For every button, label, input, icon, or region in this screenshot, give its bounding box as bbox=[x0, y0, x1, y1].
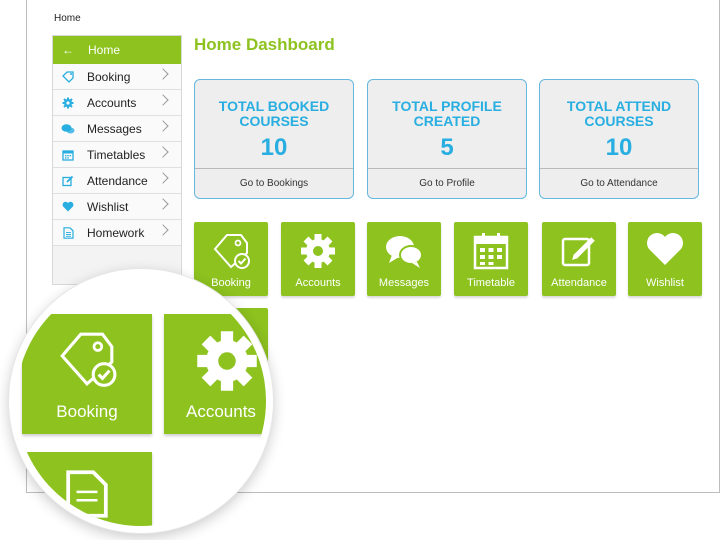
document-icon bbox=[66, 470, 108, 518]
sidebar-item-label: Accounts bbox=[87, 95, 137, 110]
sidebar-item-label: Booking bbox=[87, 69, 131, 84]
edit-icon bbox=[561, 237, 595, 267]
gear-icon bbox=[197, 331, 257, 391]
tile-label: Wishlist bbox=[646, 277, 684, 289]
sidebar-item-label: Timetables bbox=[87, 147, 146, 162]
document-icon bbox=[61, 226, 75, 240]
chevron-right-icon bbox=[157, 198, 169, 210]
sidebar-item-booking[interactable]: Booking bbox=[53, 64, 181, 90]
chat-bubbles-icon bbox=[61, 122, 75, 136]
stat-title: TOTAL ATTEND COURSES bbox=[566, 98, 672, 129]
chat-bubbles-icon bbox=[386, 236, 423, 268]
sidebar-item-label: Messages bbox=[87, 121, 142, 136]
breadcrumb[interactable]: Home bbox=[54, 13, 81, 24]
stat-card-profile: TOTAL PROFILE CREATED 5 Go to Profile bbox=[367, 79, 527, 199]
gear-icon bbox=[301, 234, 335, 268]
calendar-icon bbox=[473, 233, 509, 270]
sidebar-item-label: Attendance bbox=[87, 173, 148, 188]
sidebar-item-timetables[interactable]: Timetables bbox=[53, 142, 181, 168]
chevron-right-icon bbox=[157, 146, 169, 158]
tile-label: Messages bbox=[378, 277, 430, 289]
sidebar-item-accounts[interactable]: Accounts bbox=[53, 90, 181, 116]
zoom-tile-label: Booking bbox=[56, 402, 118, 421]
stat-title: TOTAL PROFILE CREATED bbox=[392, 98, 502, 129]
stat-card-attend: TOTAL ATTEND COURSES 10 Go to Attendance bbox=[539, 79, 699, 199]
sidebar: ← Home Booking Accounts Messages Timetab… bbox=[52, 35, 182, 285]
go-to-attendance-link[interactable]: Go to Attendance bbox=[540, 168, 698, 198]
sidebar-item-homework[interactable]: Homework bbox=[53, 220, 181, 246]
tile-wishlist[interactable]: Wishlist bbox=[628, 222, 702, 296]
tile-label: Attendance bbox=[551, 277, 607, 289]
sidebar-item-label: Homework bbox=[87, 225, 145, 240]
chevron-right-icon bbox=[157, 224, 169, 236]
sidebar-item-attendance[interactable]: Attendance bbox=[53, 168, 181, 194]
chevron-right-icon bbox=[157, 172, 169, 184]
go-to-profile-link[interactable]: Go to Profile bbox=[368, 168, 526, 198]
stat-value: 10 bbox=[260, 134, 288, 161]
sidebar-item-label: Home bbox=[88, 43, 121, 57]
page-title: Home Dashboard bbox=[194, 35, 335, 54]
zoom-tile-label: Accounts bbox=[186, 402, 256, 421]
chevron-right-icon bbox=[157, 68, 169, 80]
sidebar-item-home[interactable]: ← Home bbox=[53, 36, 181, 64]
heart-icon bbox=[647, 233, 683, 265]
sidebar-item-wishlist[interactable]: Wishlist bbox=[53, 194, 181, 220]
sidebar-item-label: Wishlist bbox=[87, 199, 129, 214]
tile-accounts[interactable]: Accounts bbox=[281, 222, 355, 296]
zoom-tile-booking: Booking bbox=[22, 314, 152, 434]
stat-value: 10 bbox=[605, 134, 633, 161]
go-to-bookings-link[interactable]: Go to Bookings bbox=[195, 168, 353, 198]
calendar-icon bbox=[61, 148, 75, 162]
chevron-right-icon bbox=[157, 120, 169, 132]
stat-card-booked: TOTAL BOOKED COURSES 10 Go to Bookings bbox=[194, 79, 354, 199]
tile-label: Accounts bbox=[295, 277, 341, 289]
tag-check-icon bbox=[61, 70, 75, 84]
zoom-tile-homework bbox=[22, 452, 152, 526]
heart-icon bbox=[61, 200, 75, 214]
zoom-tile-accounts: Accounts bbox=[164, 314, 266, 434]
back-arrow-icon: ← bbox=[62, 43, 74, 57]
tile-messages[interactable]: Messages bbox=[367, 222, 441, 296]
edit-icon bbox=[61, 174, 75, 188]
tile-label: Timetable bbox=[467, 277, 515, 289]
chevron-right-icon bbox=[157, 94, 169, 106]
tile-timetable[interactable]: Timetable bbox=[454, 222, 528, 296]
tag-check-icon bbox=[60, 332, 117, 387]
gear-icon bbox=[61, 96, 75, 110]
stat-value: 5 bbox=[440, 134, 454, 161]
stat-title: TOTAL BOOKED COURSES bbox=[218, 98, 330, 129]
zoom-magnifier: Booking Accounts bbox=[9, 269, 273, 533]
tile-attendance[interactable]: Attendance bbox=[542, 222, 616, 296]
sidebar-item-messages[interactable]: Messages bbox=[53, 116, 181, 142]
tag-check-icon bbox=[213, 234, 250, 269]
